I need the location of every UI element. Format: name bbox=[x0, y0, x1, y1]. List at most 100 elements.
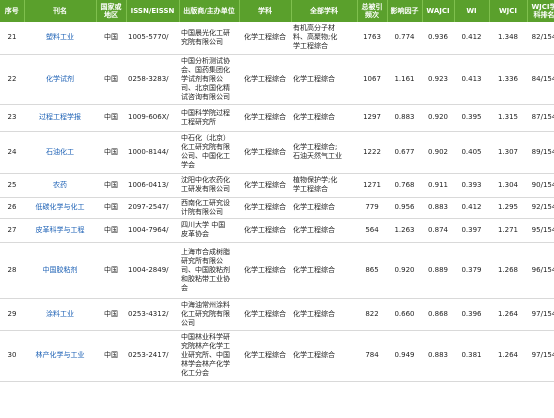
table-row: 30 林产化学与工业 中国 0253-2417/中国林业科学研 究院林产化学工 业研究… bbox=[0, 330, 554, 382]
wajci-cell: 0.920 bbox=[422, 104, 454, 132]
wjci-cell: 1.264 bbox=[489, 330, 527, 382]
rank-cell: 25 bbox=[0, 173, 24, 198]
wi-cell: 0.396 bbox=[454, 298, 489, 331]
journal-name-link[interactable]: 涂料工业 bbox=[24, 298, 96, 331]
wi-cell: 0.413 bbox=[454, 54, 489, 105]
issn-cell: 0253-4312/ bbox=[126, 298, 179, 331]
journal-name-link[interactable]: 林产化学与工业 bbox=[24, 330, 96, 382]
publisher-cell: 中石化（北京） 化工研究院有限 公司、中国化工 学会 bbox=[179, 131, 239, 174]
country-cell: 中国 bbox=[96, 104, 126, 132]
country-cell: 中国 bbox=[96, 197, 126, 219]
wjci-cell: 1.307 bbox=[489, 131, 527, 174]
rank-cell: 24 bbox=[0, 131, 24, 174]
col-issn: ISSN/EISSN bbox=[126, 0, 180, 22]
journal-name-link[interactable]: 农药 bbox=[24, 173, 96, 198]
country-cell: 中国 bbox=[96, 131, 126, 174]
impact-factor-cell: 1.161 bbox=[387, 54, 422, 105]
table-row: 28 中国胶粘剂 中国 1004-2849/上海市合成树脂 研究所有限公 司、中国胶粘… bbox=[0, 242, 554, 299]
subject-cell: 化学工程综合 bbox=[239, 173, 291, 198]
publisher-cell: 中国林业科学研 究院林产化学工 业研究所、中国 林学会林产化学 化工分会 bbox=[179, 330, 239, 382]
country-cell: 中国 bbox=[96, 22, 126, 55]
issn-cell: 0253-2417/ bbox=[126, 330, 179, 382]
wajci-cell: 0.936 bbox=[422, 22, 454, 55]
col-all-subjects: 全部学科 bbox=[291, 0, 358, 22]
wi-cell: 0.412 bbox=[454, 197, 489, 219]
issn-cell: 1000-8144/ bbox=[126, 131, 179, 174]
journal-name-link[interactable]: 皮革科学与工程 bbox=[24, 218, 96, 243]
rank-cell: 29 bbox=[0, 298, 24, 331]
col-name: 刊名 bbox=[24, 0, 97, 22]
wajci-cell: 0.868 bbox=[422, 298, 454, 331]
citations-cell: 1067 bbox=[357, 54, 387, 105]
wjci-cell: 1.264 bbox=[489, 298, 527, 331]
wajci-cell: 0.889 bbox=[422, 242, 454, 299]
wjci-rank-cell: 97/154 bbox=[527, 298, 554, 331]
wjci-rank-cell: 82/154 bbox=[527, 22, 554, 55]
subject-cell: 化学工程综合 bbox=[239, 197, 291, 219]
citations-cell: 779 bbox=[357, 197, 387, 219]
rank-cell: 30 bbox=[0, 330, 24, 382]
wi-cell: 0.379 bbox=[454, 242, 489, 299]
impact-factor-cell: 0.883 bbox=[387, 104, 422, 132]
wjci-cell: 1.271 bbox=[489, 218, 527, 243]
col-country: 国家或地区 bbox=[96, 0, 127, 22]
country-cell: 中国 bbox=[96, 242, 126, 299]
rank-cell: 23 bbox=[0, 104, 24, 132]
impact-factor-cell: 0.677 bbox=[387, 131, 422, 174]
wi-cell: 0.393 bbox=[454, 173, 489, 198]
wi-cell: 0.395 bbox=[454, 104, 489, 132]
journal-name-link[interactable]: 过程工程学报 bbox=[24, 104, 96, 132]
publisher-cell: 中国分析测试协 会、国药集团化 学试剂有限公 司、北京国化精 试咨询有限公司 bbox=[179, 54, 239, 105]
issn-cell: 0258-3283/ bbox=[126, 54, 179, 105]
publisher-cell: 中国科学院过程 工程研究所 bbox=[179, 104, 239, 132]
journal-name-link[interactable]: 石油化工 bbox=[24, 131, 96, 174]
publisher-cell: 中国晨光化工研 究院有限公司 bbox=[179, 22, 239, 55]
wjci-rank-cell: 90/154 bbox=[527, 173, 554, 198]
all-subjects-cell: 有机高分子材 料、高聚物;化 学工程综合 bbox=[291, 22, 357, 55]
citations-cell: 865 bbox=[357, 242, 387, 299]
subject-cell: 化学工程综合 bbox=[239, 298, 291, 331]
all-subjects-cell: 化学工程综合 bbox=[291, 104, 357, 132]
citations-cell: 564 bbox=[357, 218, 387, 243]
wjci-rank-cell: 92/154 bbox=[527, 197, 554, 219]
subject-cell: 化学工程综合 bbox=[239, 242, 291, 299]
issn-cell: 1005-5770/ bbox=[126, 22, 179, 55]
impact-factor-cell: 0.949 bbox=[387, 330, 422, 382]
journal-name-link[interactable]: 塑料工业 bbox=[24, 22, 96, 55]
journal-name-link[interactable]: 化学试剂 bbox=[24, 54, 96, 105]
wjci-rank-cell: 97/154 bbox=[527, 330, 554, 382]
publisher-cell: 西南化工研究设 计院有限公司 bbox=[179, 197, 239, 219]
wjci-rank-cell: 84/154 bbox=[527, 54, 554, 105]
wajci-cell: 0.911 bbox=[422, 173, 454, 198]
rank-cell: 26 bbox=[0, 197, 24, 219]
all-subjects-cell: 化学工程综合 bbox=[291, 218, 357, 243]
impact-factor-cell: 1.263 bbox=[387, 218, 422, 243]
wajci-cell: 0.874 bbox=[422, 218, 454, 243]
journal-name-link[interactable]: 低碳化学与化工 bbox=[24, 197, 96, 219]
table-row: 24 石油化工 中国 1000-8144/中石化（北京） 化工研究院有限 公司、中国化… bbox=[0, 131, 554, 174]
col-wi: WI bbox=[454, 0, 490, 22]
all-subjects-cell: 化学工程综合 bbox=[291, 330, 357, 382]
wi-cell: 0.412 bbox=[454, 22, 489, 55]
impact-factor-cell: 0.768 bbox=[387, 173, 422, 198]
table-body: 21 塑料工业 中国 1005-5770/中国晨光化工研 究院有限公司 化学工程综合 有机… bbox=[0, 22, 554, 382]
subject-cell: 化学工程综合 bbox=[239, 218, 291, 243]
col-publisher: 出版商/主办单位 bbox=[179, 0, 240, 22]
wjci-rank-cell: 96/154 bbox=[527, 242, 554, 299]
wjci-rank-cell: 95/154 bbox=[527, 218, 554, 243]
rank-cell: 21 bbox=[0, 22, 24, 55]
impact-factor-cell: 0.774 bbox=[387, 22, 422, 55]
publisher-cell: 上海市合成树脂 研究所有限公 司、中国胶粘剂 和胶粘带工业协 会 bbox=[179, 242, 239, 299]
country-cell: 中国 bbox=[96, 54, 126, 105]
journal-name-link[interactable]: 中国胶粘剂 bbox=[24, 242, 96, 299]
wjci-cell: 1.295 bbox=[489, 197, 527, 219]
wjci-cell: 1.348 bbox=[489, 22, 527, 55]
table-row: 26 低碳化学与化工 中国 2097-2547/西南化工研究设 计院有限公司 化学工程综… bbox=[0, 197, 554, 219]
subject-cell: 化学工程综合 bbox=[239, 22, 291, 55]
citations-cell: 1222 bbox=[357, 131, 387, 174]
wajci-cell: 0.923 bbox=[422, 54, 454, 105]
wjci-cell: 1.268 bbox=[489, 242, 527, 299]
table-row: 22 化学试剂 中国 0258-3283/中国分析测试协 会、国药集团化 学试剂有限公… bbox=[0, 54, 554, 105]
citations-cell: 784 bbox=[357, 330, 387, 382]
col-citations: 总被引频次 bbox=[357, 0, 388, 22]
